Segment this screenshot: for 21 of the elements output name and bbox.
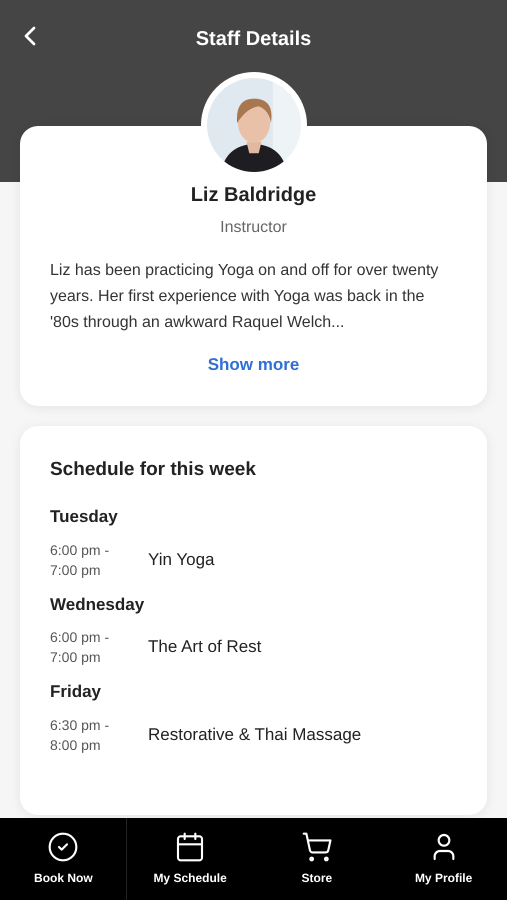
- day-heading: Tuesday: [50, 506, 119, 528]
- check-circle-icon: [47, 831, 80, 863]
- staff-name: Liz Baldridge: [190, 183, 316, 208]
- show-more-link[interactable]: Show more: [208, 352, 300, 378]
- nav-tab[interactable]: My Schedule: [126, 818, 254, 900]
- nav-tab[interactable]: Book Now: [0, 818, 127, 900]
- class-time: 6:00 pm - 7:00 pm: [50, 628, 110, 667]
- day-heading: Friday: [50, 681, 102, 703]
- class-name[interactable]: Yin Yoga: [148, 546, 214, 572]
- schedule-title: Schedule for this week: [50, 458, 257, 482]
- page-title: Staff Details: [196, 27, 312, 52]
- cart-icon: [300, 831, 333, 863]
- class-name[interactable]: Restorative & Thai Massage: [148, 722, 362, 748]
- nav-tab[interactable]: Store: [254, 818, 380, 900]
- class-name[interactable]: The Art of Rest: [148, 634, 262, 660]
- day-heading: Wednesday: [50, 594, 146, 616]
- staff-bio: Liz has been practicing Yoga on and off for over twenty years. Her first experience with Yoga was back in the '80s through an awkward Raquel Welch...: [50, 261, 440, 333]
- staff-role: Instructor: [220, 218, 287, 238]
- class-time: 6:00 pm - 7:00 pm: [50, 540, 110, 580]
- nav-tab[interactable]: My Profile: [380, 818, 507, 900]
- class-time: 6:30 pm - 8:00 pm: [50, 716, 110, 754]
